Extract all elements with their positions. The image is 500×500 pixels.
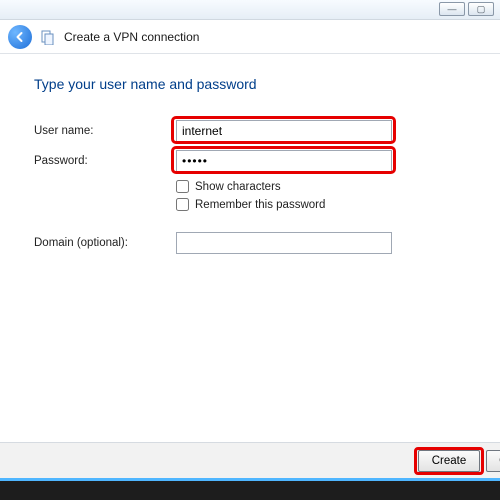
domain-label: Domain (optional): [34,237,176,249]
maximize-button[interactable]: ▢ [468,2,494,16]
username-input[interactable] [176,120,392,142]
domain-input[interactable] [176,232,392,254]
wizard-title: Create a VPN connection [64,30,199,44]
back-button[interactable] [8,25,32,49]
page-heading: Type your user name and password [34,76,470,92]
password-input[interactable] [176,150,392,172]
cancel-button[interactable]: Cancel [486,450,500,472]
wizard-body: Type your user name and password User na… [0,54,500,442]
show-characters-label: Show characters [195,181,281,193]
remember-password-checkbox[interactable] [176,198,189,211]
username-label: User name: [34,125,176,137]
show-characters-checkbox[interactable] [176,180,189,193]
wizard-header: Create a VPN connection [0,20,500,54]
password-label: Password: [34,155,176,167]
remember-password-label: Remember this password [195,199,325,211]
network-wizard-icon [40,29,56,45]
create-button[interactable]: Create [418,450,480,472]
title-bar: — ▢ [0,0,500,20]
minimize-button[interactable]: — [439,2,465,16]
taskbar-edge [0,478,500,500]
arrow-left-icon [13,30,27,44]
wizard-footer: Create Cancel [0,442,500,478]
